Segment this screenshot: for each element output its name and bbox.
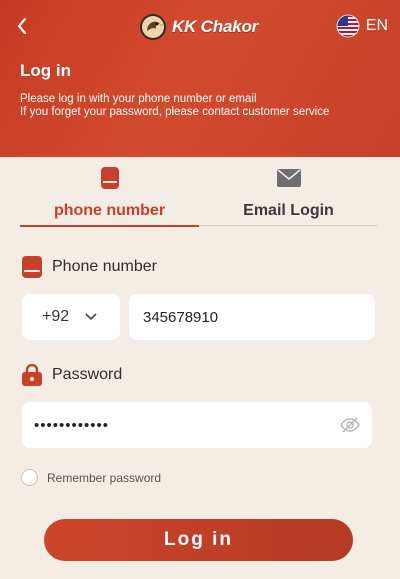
phone-number-input[interactable] [143,308,375,326]
logo: KK Chakor [138,10,268,44]
tab-label: phone number [53,202,166,219]
description-line: Please log in with your phone number or … [20,93,257,105]
chevron-down-icon [85,313,97,321]
phone-number-label: Phone number [22,256,157,278]
country-code-select[interactable]: +92 [22,294,120,340]
remember-password-option[interactable]: Remember password [21,469,161,486]
eye-off-icon [339,417,360,433]
login-button[interactable]: Log in [44,519,353,561]
lock-icon [22,364,42,386]
remember-password-radio[interactable] [21,469,38,486]
password-input[interactable] [34,416,340,434]
password-label: Password [22,364,122,386]
country-code-value: +92 [42,308,70,325]
phone-number-field[interactable] [129,294,375,340]
remember-password-label: Remember password [47,470,162,485]
field-label-text: Phone number [52,258,157,275]
page-description: Please log in with your phone number or … [20,93,329,119]
phone-icon [22,256,42,278]
language-code: EN [365,17,388,34]
toggle-password-visibility[interactable] [339,414,360,436]
login-tabs: phone number Email Login [20,162,378,227]
back-button[interactable] [12,14,32,38]
field-label-text: Password [52,366,123,383]
tab-phone-number[interactable]: phone number [20,162,199,227]
envelope-icon [276,169,301,187]
us-flag-icon [336,14,360,38]
header: KK Chakor EN Log in Please log in with y… [0,0,400,157]
description-line: If you forget your password, please cont… [20,106,330,118]
bird-logo-icon [140,14,166,40]
tab-label: Email Login [243,202,334,219]
tab-email-login[interactable]: Email Login [199,162,378,226]
password-field[interactable] [22,402,372,448]
language-selector[interactable]: EN [336,12,388,40]
logo-text: KK Chakor [172,17,259,36]
page-title: Log in [20,61,71,80]
chevron-left-icon [17,17,27,35]
phone-icon [100,167,119,189]
